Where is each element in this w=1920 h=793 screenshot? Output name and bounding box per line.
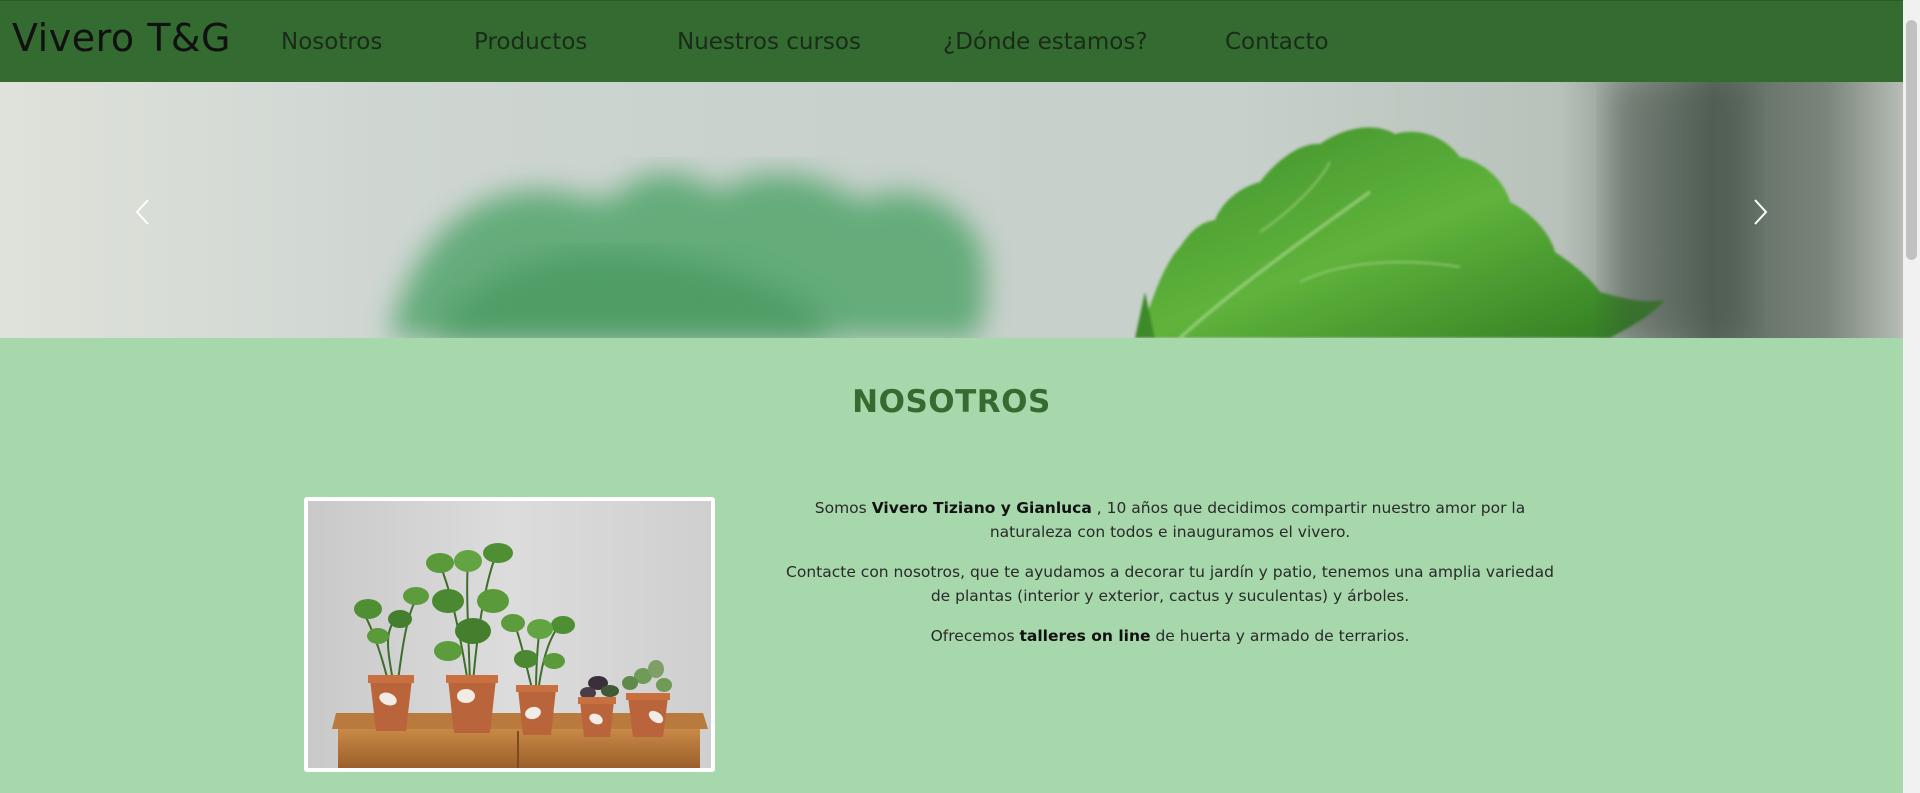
carousel-slide-image bbox=[390, 82, 1750, 338]
plants-photo-frame bbox=[304, 497, 715, 772]
carousel-next-button[interactable] bbox=[1745, 192, 1775, 232]
chevron-left-icon bbox=[135, 199, 149, 225]
top-navbar: Vivero T&G Nosotros Productos Nuestros c… bbox=[0, 0, 1903, 83]
carousel-prev-button[interactable] bbox=[128, 192, 158, 232]
about-paragraph-1: Somos Vivero Tiziano y Gianluca , 10 año… bbox=[814, 499, 1526, 541]
nav-link-contacto[interactable]: Contacto bbox=[1225, 29, 1329, 55]
section-title-nosotros: NOSOTROS bbox=[852, 384, 1051, 420]
about-paragraph-3: Ofrecemos talleres on line de huerta y a… bbox=[930, 627, 1410, 645]
about-text: Somos Vivero Tiziano y Gianluca , 10 año… bbox=[780, 496, 1560, 664]
page-scrollbar[interactable] bbox=[1903, 0, 1920, 793]
nav-link-cursos[interactable]: Nuestros cursos bbox=[677, 29, 861, 55]
brand-logo[interactable]: Vivero T&G bbox=[12, 16, 231, 60]
scrollbar-thumb[interactable] bbox=[1906, 20, 1917, 260]
nav-link-donde-estamos[interactable]: ¿Dónde estamos? bbox=[943, 29, 1148, 55]
nav-link-nosotros[interactable]: Nosotros bbox=[281, 29, 382, 55]
chevron-right-icon bbox=[1754, 199, 1768, 225]
nav-link-productos[interactable]: Productos bbox=[474, 29, 587, 55]
about-paragraph-2: Contacte con nosotros, que te ayudamos a… bbox=[786, 563, 1554, 605]
plants-photo bbox=[308, 501, 711, 768]
hero-carousel bbox=[0, 82, 1903, 338]
brand-name-bold: Vivero Tiziano y Gianluca bbox=[871, 499, 1092, 517]
workshops-bold: talleres on line bbox=[1019, 627, 1151, 645]
